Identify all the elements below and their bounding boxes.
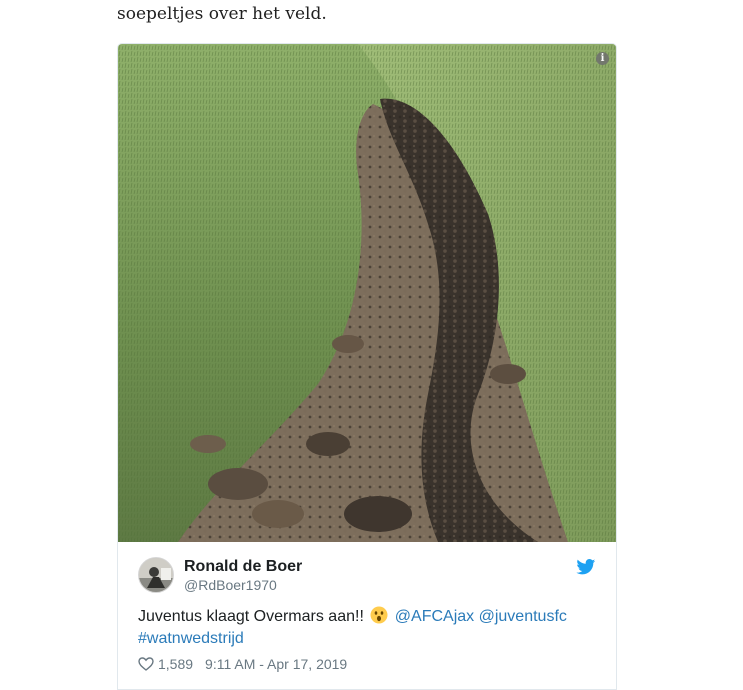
tweet-text: Juventus klaagt Overmars aan!! @AFCAjax … [138,606,598,650]
mention-juventusfc-link[interactable]: @juventusfc [479,608,567,625]
astonished-face-emoji-icon [370,606,388,624]
embedded-tweet[interactable]: i Ronald de Boer @RdBoer1970 Juventus kl… [117,43,617,690]
author-handle[interactable]: @RdBoer1970 [184,577,277,593]
tweet-meta: 1,589 9:11 AM - Apr 17, 2019 [138,656,347,672]
author-avatar[interactable] [138,557,174,593]
tweet-timestamp[interactable]: 9:11 AM - Apr 17, 2019 [205,656,347,672]
like-count[interactable]: 1,589 [158,656,193,672]
author-name[interactable]: Ronald de Boer [184,558,302,576]
article-text: soepeltjes over het veld. [117,4,327,24]
mention-afcajax-link[interactable]: @AFCAjax [395,608,474,625]
tweet-text-main: Juventus klaagt Overmars aan!! [138,608,369,625]
damaged-pitch-photo [118,44,616,542]
hashtag-link[interactable]: #watnwedstrijd [138,630,244,647]
twitter-bird-icon[interactable] [576,559,596,575]
tweet-photo[interactable]: i [118,44,616,542]
info-icon[interactable]: i [596,52,609,65]
heart-icon[interactable] [138,657,154,671]
